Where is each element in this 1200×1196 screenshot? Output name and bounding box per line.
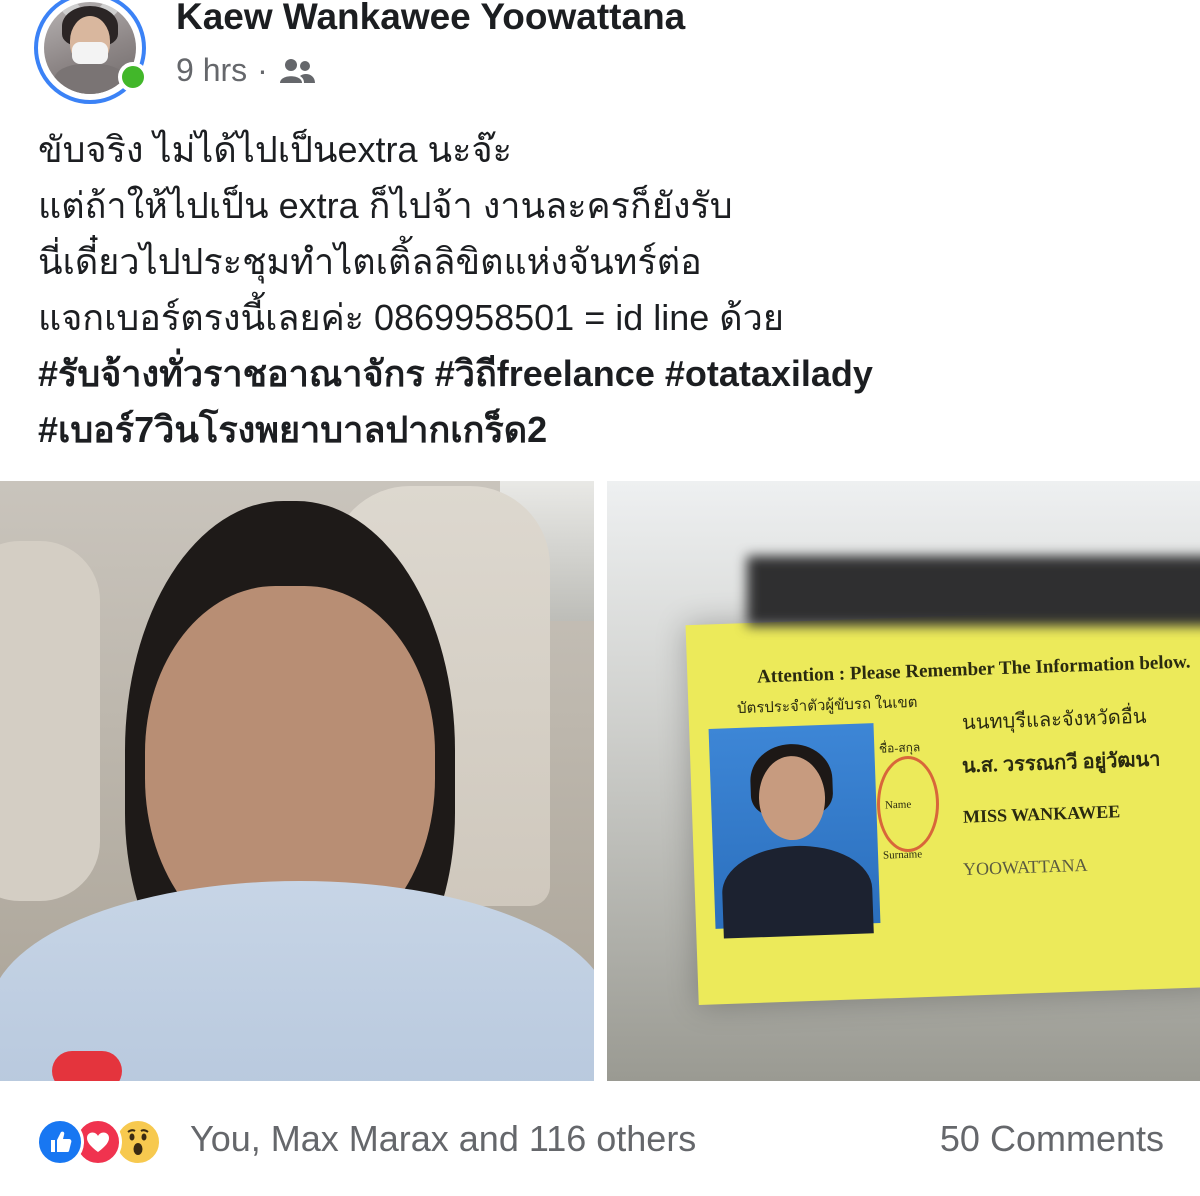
blurred-header <box>747 556 1200 626</box>
like-icon <box>36 1118 84 1166</box>
facebook-post: Kaew Wankawee Yoowattana 9 hrs · ขับจริง… <box>0 0 1200 1196</box>
reaction-icons[interactable] <box>36 1118 176 1168</box>
online-status-icon <box>118 62 148 92</box>
comments-count-link[interactable]: 50 Comments <box>940 1118 1164 1160</box>
post-line: แจกเบอร์ตรงนี้เลยค่ะ 0869958501 = id lin… <box>38 297 784 338</box>
post-line: นี่เดี๋ยวไปประชุมทำไตเติ้ลลิขิตแห่งจันทร… <box>38 241 702 282</box>
card-name-label-th: ชื่อ-สกุล <box>878 740 921 756</box>
post-timestamp[interactable]: 9 hrs <box>176 52 247 89</box>
author-name[interactable]: Kaew Wankawee Yoowattana <box>176 0 685 38</box>
reactors-summary[interactable]: You, Max Marax and 116 others <box>190 1118 696 1160</box>
heart-sticker-icon <box>52 1051 122 1081</box>
card-region: นนทบุรีและจังหวัดอื่น <box>961 705 1147 735</box>
post-text: ขับจริง ไม่ได้ไปเป็นextra นะจ๊ะ แต่ถ้าให… <box>38 122 1178 458</box>
post-footer: You, Max Marax and 116 others 50 Comment… <box>0 1108 1200 1178</box>
selfie-photo[interactable] <box>0 481 594 1081</box>
friends-icon[interactable] <box>278 56 316 84</box>
card-surname: YOOWATTANA <box>962 854 1088 880</box>
post-line: แต่ถ้าให้ไปเป็น extra ก็ไปจ้า งานละครก็ย… <box>38 185 733 226</box>
photo-divider <box>594 481 607 1081</box>
id-portrait <box>708 723 881 939</box>
seal-icon <box>877 756 939 852</box>
hashtag-line[interactable]: #เบอร์7วินโรงพยาบาลปากเกร็ด2 <box>38 402 1178 458</box>
post-line: ขับจริง ไม่ได้ไปเป็นextra นะจ๊ะ <box>38 129 512 170</box>
avatar[interactable] <box>34 0 148 104</box>
meta-separator: · <box>257 51 268 88</box>
hashtag-line[interactable]: #รับจ้างทั่วราชอาณาจักร #วิถีfreelance #… <box>38 346 1178 402</box>
driver-id-card-photo[interactable]: Attention : Please Remember The Informat… <box>607 481 1200 1081</box>
post-meta: 9 hrs · <box>176 50 316 90</box>
